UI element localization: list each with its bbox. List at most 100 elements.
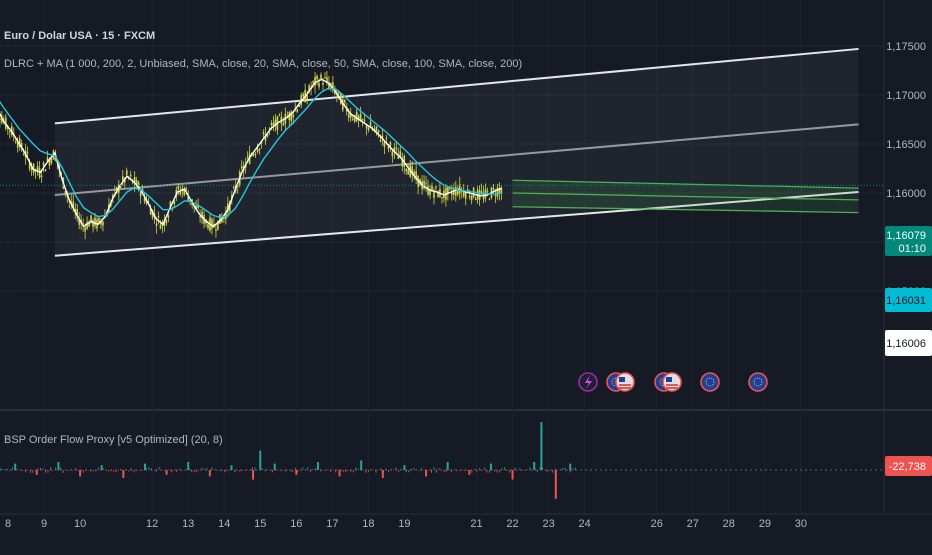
time-axis[interactable]: 8 9 10 12 13 14 15 16 17 18 19 21 22 23 24 26 27 28 29 30 — [5, 518, 807, 530]
candle-body — [492, 187, 495, 190]
time-tick-label: 23 — [542, 518, 554, 530]
histogram-tick — [226, 470, 228, 472]
candle-body — [470, 195, 473, 201]
candle-body — [252, 154, 255, 156]
histogram-tick — [22, 470, 24, 471]
dlrc-indicator-legend[interactable]: DLRC + MA (1 000, 200, 2, Unbiased, SMA,… — [4, 58, 522, 70]
histogram-tick — [357, 468, 359, 470]
histogram-tick — [297, 470, 299, 473]
histogram-tick — [133, 470, 135, 473]
histogram-bar — [338, 470, 341, 477]
candle-body — [318, 82, 320, 88]
histogram-tick — [352, 470, 354, 473]
histogram-tick — [155, 470, 157, 473]
time-tick-label: 10 — [74, 518, 86, 530]
candle-body — [90, 215, 92, 222]
histogram-tick — [52, 470, 54, 472]
event-us-flag-icon[interactable] — [662, 372, 682, 392]
candle-body — [120, 186, 122, 188]
histogram-tick — [299, 469, 301, 471]
histogram-tick — [511, 470, 513, 473]
indicator-value-label: -22,738 — [889, 461, 926, 473]
histogram-tick — [499, 470, 501, 473]
event-lightning-icon[interactable] — [578, 372, 598, 392]
candle-body — [94, 217, 96, 226]
candle-body — [435, 186, 437, 188]
candle-body — [207, 224, 209, 229]
histogram-tick — [443, 470, 445, 473]
candle-body — [296, 109, 299, 112]
histogram-tick — [244, 470, 246, 471]
histogram-tick — [418, 470, 420, 471]
histogram-tick — [569, 470, 571, 473]
histogram-tick — [425, 470, 427, 471]
current-price-label: 1,16079 — [886, 230, 926, 242]
histogram-tick — [19, 470, 21, 471]
histogram-bar — [554, 470, 557, 499]
histogram-tick — [395, 467, 397, 470]
price-tick-label: 1,16500 — [886, 139, 926, 151]
bsp-indicator-legend[interactable]: BSP Order Flow Proxy [v5 Optimized] (20,… — [4, 434, 223, 446]
histogram-tick — [544, 470, 546, 471]
time-tick-label: 21 — [470, 518, 482, 530]
candle-body — [494, 195, 497, 197]
histogram-tick — [181, 470, 183, 471]
histogram-tick — [256, 469, 258, 471]
time-tick-label: 15 — [254, 518, 266, 530]
candle-body — [0, 118, 1, 121]
histogram-tick — [473, 469, 475, 470]
symbol-title[interactable]: Euro / Dolar USA · 15 · FXCM — [4, 30, 155, 42]
histogram-tick — [289, 470, 291, 472]
histogram-tick — [219, 470, 221, 471]
histogram-tick — [7, 468, 9, 470]
event-eu-flag-icon[interactable] — [700, 372, 720, 392]
histogram-tick — [216, 470, 218, 471]
candle-body — [385, 137, 388, 139]
histogram-tick — [120, 469, 122, 470]
histogram-tick — [128, 470, 130, 472]
price-tick-label: 1,17500 — [886, 41, 926, 53]
histogram-tick — [2, 468, 4, 470]
histogram-tick — [277, 469, 279, 471]
histogram-tick — [70, 469, 72, 470]
histogram-tick — [539, 467, 541, 470]
time-tick-label: 19 — [398, 518, 410, 530]
histogram-tick — [526, 469, 528, 471]
histogram-tick — [307, 467, 309, 470]
event-us-flag-icon[interactable] — [615, 372, 635, 392]
candle-body — [177, 186, 180, 190]
event-eu-flag-icon[interactable] — [748, 372, 768, 392]
histogram-tick — [193, 470, 195, 473]
candle-body — [157, 215, 160, 218]
candle-body — [215, 229, 217, 231]
histogram-tick — [173, 470, 175, 471]
histogram-tick — [377, 469, 379, 471]
histogram-tick — [90, 470, 92, 472]
histogram-bar — [14, 463, 17, 470]
time-tick-label: 17 — [326, 518, 338, 530]
candle-body — [320, 74, 322, 79]
candle-body — [468, 196, 471, 198]
histogram-tick — [224, 470, 226, 473]
histogram-tick — [105, 470, 107, 471]
histogram-tick — [347, 470, 349, 472]
histogram-tick — [345, 470, 347, 473]
histogram-tick — [24, 470, 26, 473]
candle-body — [232, 187, 235, 189]
candle-body — [246, 156, 249, 158]
histogram-tick — [549, 470, 551, 471]
histogram-tick — [534, 468, 536, 470]
histogram-bar — [57, 462, 60, 470]
candle-body — [302, 93, 304, 97]
histogram-tick — [483, 467, 485, 470]
histogram-tick — [143, 470, 145, 471]
candle-body — [282, 123, 285, 126]
histogram-tick — [481, 470, 483, 471]
candle-body — [361, 119, 364, 121]
histogram-tick — [34, 470, 36, 471]
histogram-tick — [491, 468, 493, 470]
histogram-tick — [163, 470, 165, 471]
histogram-tick — [266, 469, 268, 471]
histogram-tick — [158, 467, 160, 470]
histogram-tick — [471, 470, 473, 473]
